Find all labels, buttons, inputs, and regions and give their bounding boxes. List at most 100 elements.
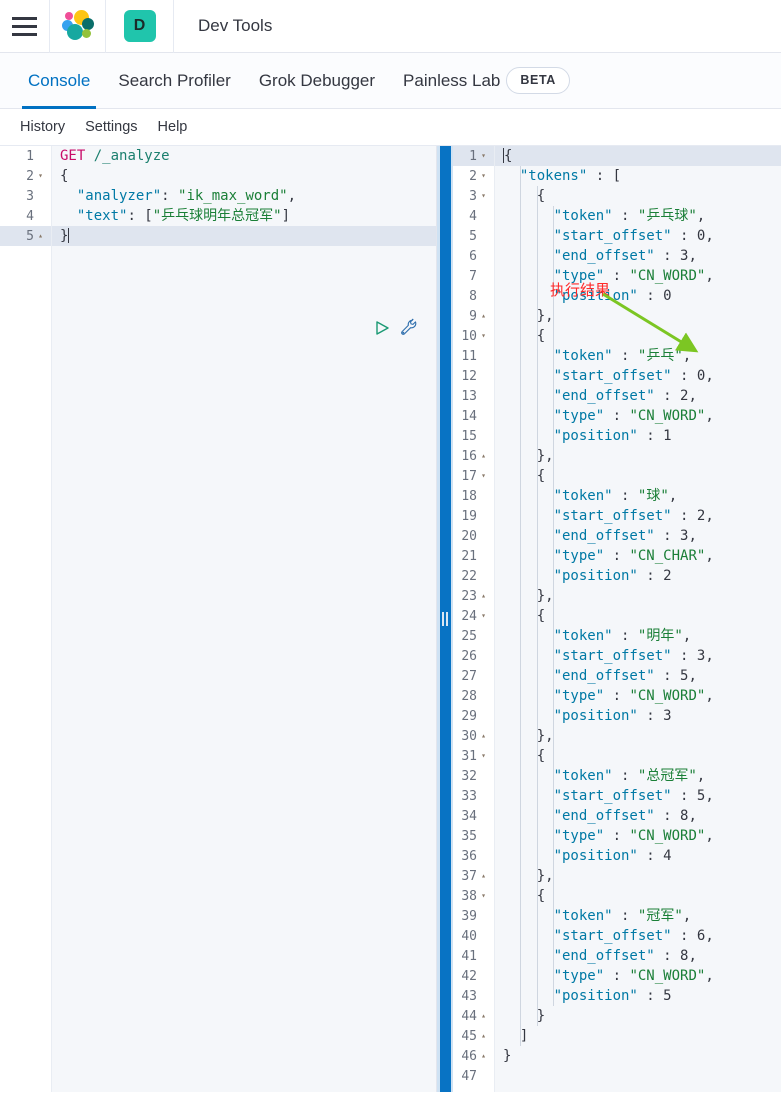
submenu-help[interactable]: Help bbox=[148, 119, 198, 135]
fold-spacer: · bbox=[477, 966, 490, 986]
tab-grok-debugger-label: Grok Debugger bbox=[258, 70, 376, 90]
fold-toggle-icon[interactable]: ▴ bbox=[477, 726, 490, 746]
fold-toggle-icon[interactable]: ▾ bbox=[477, 466, 490, 486]
token-punc: : bbox=[671, 648, 697, 664]
token-str: "CN_WORD" bbox=[629, 828, 706, 844]
token-sp bbox=[503, 988, 554, 1004]
fold-toggle-icon[interactable]: ▾ bbox=[477, 186, 490, 206]
token-num: 4 bbox=[663, 848, 672, 864]
line-number: 4 bbox=[26, 208, 34, 224]
response-editor-code[interactable]: { "tokens" : [ { "token" : "乒乓球", "start… bbox=[495, 146, 781, 1092]
fold-toggle-icon[interactable]: ▴ bbox=[477, 866, 490, 886]
fold-toggle-icon[interactable]: ▴ bbox=[477, 1006, 490, 1026]
token-key: "position" bbox=[553, 428, 638, 444]
fold-spacer: · bbox=[477, 806, 490, 826]
token-num: 2 bbox=[663, 568, 672, 584]
token-str: "CN_WORD" bbox=[629, 688, 706, 704]
tab-console[interactable]: Console bbox=[14, 53, 104, 109]
fold-toggle-icon[interactable]: ▾ bbox=[477, 326, 490, 346]
token-punc: ] bbox=[281, 208, 291, 224]
line-number: 39 bbox=[461, 908, 477, 924]
fold-toggle-icon[interactable]: ▴ bbox=[477, 586, 490, 606]
line-number: 25 bbox=[461, 628, 477, 644]
line-number: 40 bbox=[461, 928, 477, 944]
token-str: "总冠军" bbox=[637, 768, 697, 784]
play-icon[interactable] bbox=[374, 320, 390, 336]
beta-badge: BETA bbox=[506, 67, 570, 94]
token-punc: : bbox=[637, 428, 664, 444]
fold-spacer: · bbox=[477, 366, 490, 386]
line-number: 2 bbox=[26, 168, 34, 184]
token-punc: : bbox=[671, 368, 697, 384]
fold-toggle-icon[interactable]: ▾ bbox=[477, 746, 490, 766]
app-badge-button[interactable]: D bbox=[106, 0, 173, 53]
line-number: 45 bbox=[461, 1028, 477, 1044]
request-editor-code[interactable]: GET /_analyze { "analyzer": "ik_max_word"… bbox=[52, 146, 436, 1092]
token-punc: : bbox=[612, 908, 638, 924]
fold-toggle-icon[interactable]: ▴ bbox=[477, 446, 490, 466]
token-punc: }, bbox=[536, 308, 554, 324]
token-punc: , bbox=[682, 348, 692, 364]
token-punc: } bbox=[60, 228, 69, 244]
line-number: 15 bbox=[461, 428, 477, 444]
code-line-2: { bbox=[52, 166, 436, 186]
menu-toggle-button[interactable] bbox=[0, 0, 49, 53]
token-key: "position" bbox=[553, 848, 638, 864]
token-punc: , bbox=[668, 488, 678, 504]
fold-toggle-icon[interactable]: ▾ bbox=[477, 146, 490, 166]
fold-spacer: · bbox=[477, 766, 490, 786]
token-key: "position" bbox=[553, 988, 638, 1004]
line-number: 23 bbox=[461, 588, 477, 604]
fold-toggle-icon[interactable]: ▾ bbox=[34, 166, 47, 186]
console-submenu: History Settings Help bbox=[0, 109, 781, 145]
fold-toggle-icon[interactable]: ▴ bbox=[34, 226, 47, 246]
fold-toggle-icon[interactable]: ▴ bbox=[477, 1046, 490, 1066]
submenu-history[interactable]: History bbox=[10, 119, 75, 135]
fold-toggle-icon[interactable]: ▴ bbox=[477, 1026, 490, 1046]
token-sp bbox=[503, 348, 554, 364]
token-key: "end_offset" bbox=[553, 388, 655, 404]
token-sp bbox=[503, 288, 554, 304]
token-sp bbox=[503, 428, 554, 444]
token-str: "冠军" bbox=[637, 908, 683, 924]
token-str: "CN_CHAR" bbox=[629, 548, 706, 564]
token-sp bbox=[503, 248, 554, 264]
code-line-8: "position" : 0 bbox=[495, 286, 781, 306]
fold-toggle-icon[interactable]: ▾ bbox=[477, 166, 490, 186]
token-punc: , bbox=[705, 548, 714, 564]
token-punc: : bbox=[671, 928, 697, 944]
token-punc: , bbox=[705, 688, 714, 704]
tab-grok-debugger[interactable]: Grok Debugger bbox=[245, 53, 389, 109]
fold-toggle-icon[interactable]: ▾ bbox=[477, 886, 490, 906]
token-punc: { bbox=[60, 168, 69, 184]
line-number: 24 bbox=[461, 608, 477, 624]
token-punc: , bbox=[705, 648, 714, 664]
wrench-icon[interactable] bbox=[399, 318, 418, 337]
token-key: "start_offset" bbox=[553, 788, 672, 804]
tab-search-profiler[interactable]: Search Profiler bbox=[104, 53, 244, 109]
hamburger-icon bbox=[12, 16, 37, 36]
token-sp bbox=[503, 568, 554, 584]
code-line-28: "type" : "CN_WORD", bbox=[495, 686, 781, 706]
token-key: "end_offset" bbox=[553, 668, 655, 684]
code-line-45: ] bbox=[495, 1026, 781, 1046]
token-punc: : bbox=[671, 508, 697, 524]
fold-spacer: · bbox=[34, 146, 47, 166]
fold-spacer: · bbox=[477, 506, 490, 526]
request-editor-gutter[interactable]: 1·2▾3·4·5▴ bbox=[0, 146, 52, 1092]
fold-toggle-icon[interactable]: ▴ bbox=[477, 306, 490, 326]
pane-splitter[interactable] bbox=[437, 146, 453, 1092]
request-editor-pane[interactable]: 1·2▾3·4·5▴ GET /_analyze{ "analyzer": "i… bbox=[0, 146, 437, 1092]
fold-toggle-icon[interactable]: ▾ bbox=[477, 606, 490, 626]
token-punc: : bbox=[671, 788, 697, 804]
token-punc: : bbox=[604, 828, 630, 844]
code-line-12: "start_offset" : 0, bbox=[495, 366, 781, 386]
line-number: 1 bbox=[469, 148, 477, 164]
line-number: 7 bbox=[469, 268, 477, 284]
line-number: 18 bbox=[461, 488, 477, 504]
fold-spacer: · bbox=[477, 566, 490, 586]
submenu-settings[interactable]: Settings bbox=[75, 119, 147, 135]
token-key: "type" bbox=[553, 408, 605, 424]
tab-painless-lab[interactable]: Painless Lab BETA bbox=[389, 53, 584, 109]
home-logo-button[interactable] bbox=[50, 0, 105, 53]
